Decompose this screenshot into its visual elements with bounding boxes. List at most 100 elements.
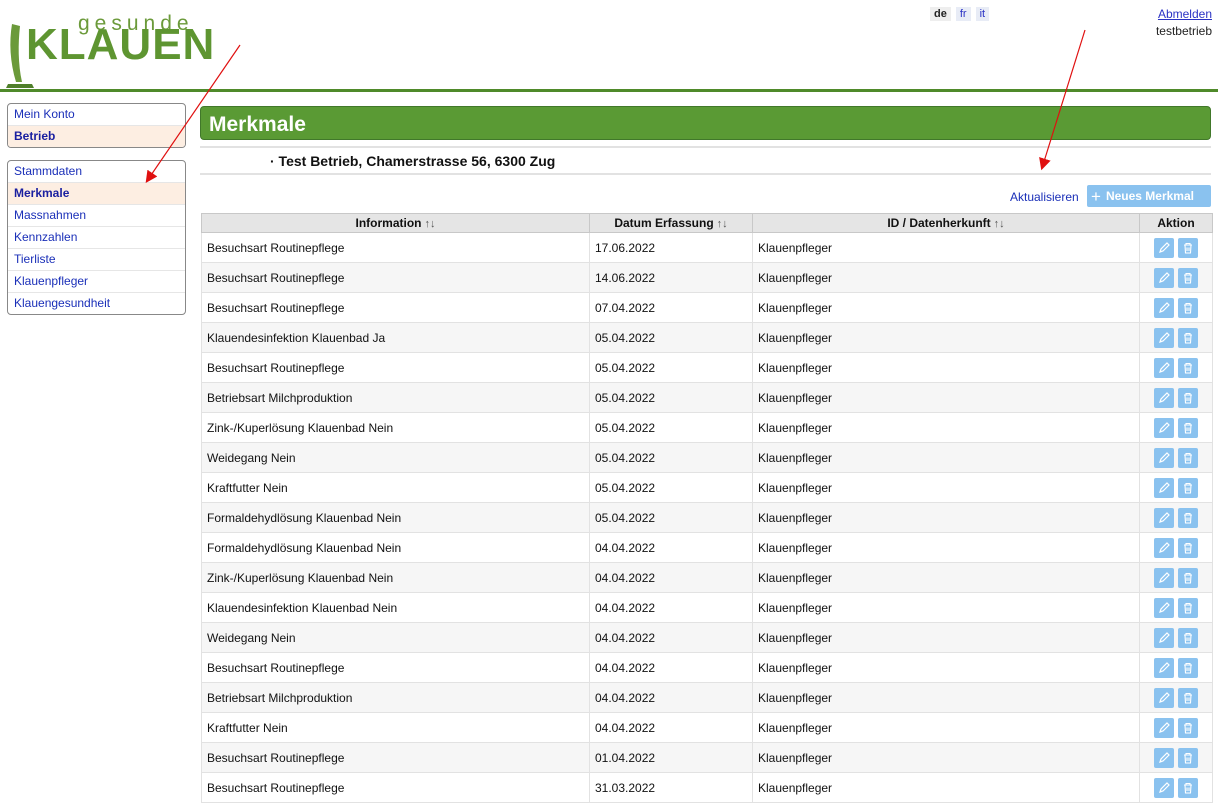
edit-button[interactable] bbox=[1154, 717, 1174, 738]
edit-button[interactable] bbox=[1154, 657, 1174, 678]
cell-herkunft: Klauenpfleger bbox=[752, 262, 1140, 293]
cell-datum: 01.04.2022 bbox=[589, 742, 753, 773]
cell-aktion bbox=[1139, 622, 1213, 653]
table-header-row: Information ↑↓ Datum Erfassung ↑↓ ID / Dat… bbox=[201, 213, 1213, 233]
cell-herkunft: Klauenpfleger bbox=[752, 382, 1140, 413]
delete-button[interactable] bbox=[1178, 507, 1198, 528]
delete-button[interactable] bbox=[1178, 417, 1198, 438]
edit-button[interactable] bbox=[1154, 627, 1174, 648]
logout-link[interactable]: Abmelden bbox=[1158, 7, 1212, 21]
sidebar-item-mein-konto[interactable]: Mein Konto bbox=[8, 104, 185, 126]
delete-button[interactable] bbox=[1178, 477, 1198, 498]
table-row: Kraftfutter Nein 04.04.2022 Klauenpfleger bbox=[201, 712, 1213, 743]
delete-button[interactable] bbox=[1178, 267, 1198, 288]
column-header-datum[interactable]: Datum Erfassung ↑↓ bbox=[589, 213, 753, 233]
edit-button[interactable] bbox=[1154, 747, 1174, 768]
cell-datum: 04.04.2022 bbox=[589, 592, 753, 623]
cell-herkunft: Klauenpfleger bbox=[752, 502, 1140, 533]
sidebar-item-klauenpfleger[interactable]: Klauenpfleger bbox=[8, 271, 185, 293]
delete-button[interactable] bbox=[1178, 717, 1198, 738]
delete-button[interactable] bbox=[1178, 747, 1198, 768]
edit-button[interactable] bbox=[1154, 447, 1174, 468]
cell-datum: 04.04.2022 bbox=[589, 652, 753, 683]
cell-datum: 04.04.2022 bbox=[589, 682, 753, 713]
cell-herkunft: Klauenpfleger bbox=[752, 742, 1140, 773]
delete-button[interactable] bbox=[1178, 237, 1198, 258]
cell-datum: 04.04.2022 bbox=[589, 622, 753, 653]
edit-button[interactable] bbox=[1154, 357, 1174, 378]
cell-information: Formaldehydlösung Klauenbad Nein bbox=[201, 532, 590, 563]
cell-herkunft: Klauenpfleger bbox=[752, 442, 1140, 473]
column-header-herkunft[interactable]: ID / Datenherkunft ↑↓ bbox=[752, 213, 1140, 233]
delete-button[interactable] bbox=[1178, 777, 1198, 798]
edit-button[interactable] bbox=[1154, 417, 1174, 438]
delete-button[interactable] bbox=[1178, 357, 1198, 378]
cell-aktion bbox=[1139, 592, 1213, 623]
sidebar-item-kennzahlen[interactable]: Kennzahlen bbox=[8, 227, 185, 249]
language-fr[interactable]: fr bbox=[955, 7, 971, 21]
edit-button[interactable] bbox=[1154, 507, 1174, 528]
cell-herkunft: Klauenpfleger bbox=[752, 712, 1140, 743]
refresh-link[interactable]: Aktualisieren bbox=[1010, 190, 1079, 204]
delete-button[interactable] bbox=[1178, 447, 1198, 468]
edit-button[interactable] bbox=[1154, 237, 1174, 258]
cell-aktion bbox=[1139, 232, 1213, 263]
cell-information: Kraftfutter Nein bbox=[201, 472, 590, 503]
edit-button[interactable] bbox=[1154, 387, 1174, 408]
table-row: Kraftfutter Nein 05.04.2022 Klauenpfleger bbox=[201, 472, 1213, 503]
subtitle-divider-bottom bbox=[200, 173, 1211, 175]
cell-datum: 07.04.2022 bbox=[589, 292, 753, 323]
language-de[interactable]: de bbox=[930, 7, 951, 21]
language-it[interactable]: it bbox=[975, 7, 990, 21]
cell-herkunft: Klauenpfleger bbox=[752, 532, 1140, 563]
cell-datum: 14.06.2022 bbox=[589, 262, 753, 293]
table-row: Betriebsart Milchproduktion 04.04.2022 Kla… bbox=[201, 682, 1213, 713]
edit-button[interactable] bbox=[1154, 267, 1174, 288]
business-subtitle: · Test Betrieb, Chamerstrasse 56, 6300 Z… bbox=[270, 153, 556, 169]
edit-button[interactable] bbox=[1154, 297, 1174, 318]
sort-icon[interactable]: ↑↓ bbox=[994, 218, 1005, 230]
cell-information: Weidegang Nein bbox=[201, 442, 590, 473]
delete-button[interactable] bbox=[1178, 627, 1198, 648]
sort-icon[interactable]: ↑↓ bbox=[425, 218, 436, 230]
delete-button[interactable] bbox=[1178, 687, 1198, 708]
sort-icon[interactable]: ↑↓ bbox=[717, 218, 728, 230]
sidebar-item-betrieb[interactable]: Betrieb bbox=[8, 126, 185, 147]
delete-button[interactable] bbox=[1178, 597, 1198, 618]
delete-button[interactable] bbox=[1178, 537, 1198, 558]
cell-information: Weidegang Nein bbox=[201, 622, 590, 653]
edit-button[interactable] bbox=[1154, 477, 1174, 498]
header-divider bbox=[0, 89, 1218, 92]
edit-button[interactable] bbox=[1154, 537, 1174, 558]
sidebar-betrieb-menu: Stammdaten Merkmale Massnahmen Kennzahle… bbox=[7, 160, 186, 315]
delete-button[interactable] bbox=[1178, 297, 1198, 318]
cell-aktion bbox=[1139, 382, 1213, 413]
sidebar-item-massnahmen[interactable]: Massnahmen bbox=[8, 205, 185, 227]
edit-button[interactable] bbox=[1154, 327, 1174, 348]
edit-button[interactable] bbox=[1154, 597, 1174, 618]
cell-aktion bbox=[1139, 442, 1213, 473]
sidebar-item-stammdaten[interactable]: Stammdaten bbox=[8, 161, 185, 183]
column-header-information[interactable]: Information ↑↓ bbox=[201, 213, 590, 233]
cell-herkunft: Klauenpfleger bbox=[752, 232, 1140, 263]
cell-herkunft: Klauenpfleger bbox=[752, 562, 1140, 593]
cell-datum: 05.04.2022 bbox=[589, 322, 753, 353]
new-merkmal-button[interactable]: + Neues Merkmal bbox=[1087, 185, 1211, 207]
table-row: Zink-/Kuperlösung Klauenbad Nein 04.04.20… bbox=[201, 562, 1213, 593]
cell-datum: 05.04.2022 bbox=[589, 382, 753, 413]
cell-aktion bbox=[1139, 712, 1213, 743]
edit-button[interactable] bbox=[1154, 687, 1174, 708]
sidebar-item-tierliste[interactable]: Tierliste bbox=[8, 249, 185, 271]
edit-button[interactable] bbox=[1154, 777, 1174, 798]
cell-herkunft: Klauenpfleger bbox=[752, 772, 1140, 803]
delete-button[interactable] bbox=[1178, 387, 1198, 408]
sidebar-item-klauengesundheit[interactable]: Klauengesundheit bbox=[8, 293, 185, 314]
sidebar-item-merkmale[interactable]: Merkmale bbox=[8, 183, 185, 205]
cell-aktion bbox=[1139, 502, 1213, 533]
table-row: Formaldehydlösung Klauenbad Nein 05.04.20… bbox=[201, 502, 1213, 533]
delete-button[interactable] bbox=[1178, 567, 1198, 588]
edit-button[interactable] bbox=[1154, 567, 1174, 588]
subtitle-divider-top bbox=[200, 146, 1211, 148]
delete-button[interactable] bbox=[1178, 327, 1198, 348]
delete-button[interactable] bbox=[1178, 657, 1198, 678]
